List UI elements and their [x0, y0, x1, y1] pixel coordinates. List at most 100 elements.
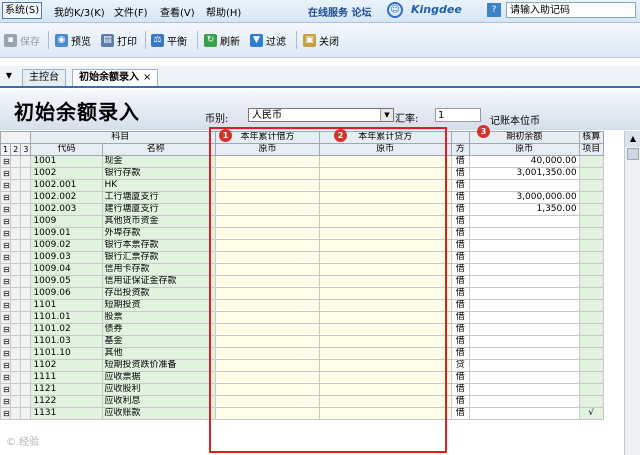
debit-cell[interactable]	[215, 335, 320, 348]
opening-amount-cell[interactable]	[468, 347, 580, 360]
opening-amount-cell[interactable]	[468, 251, 580, 264]
row-toggle[interactable]: ⊟	[0, 227, 12, 240]
table-row[interactable]: ⊟ 1101.02 债券 借	[0, 323, 605, 336]
row-toggle[interactable]: ⊟	[0, 311, 12, 324]
debit-cell[interactable]	[215, 323, 320, 336]
tab-close-icon[interactable]: ×	[143, 72, 151, 83]
table-row[interactable]: ⊟ 1002.003 建行塘厦支行 借 1,350.00	[0, 203, 605, 216]
table-row[interactable]: ⊟ 1121 应收股利 借	[0, 383, 605, 396]
chevron-down-icon[interactable]: ▼	[3, 69, 15, 82]
table-row[interactable]: ⊟ 1009.02 银行本票存款 借	[0, 239, 605, 252]
menu-view[interactable]: 查看(V)	[160, 4, 195, 19]
debit-cell[interactable]	[215, 263, 320, 276]
table-row[interactable]: ⊟ 1009.05 信用证保证金存款 借	[0, 275, 605, 288]
debit-cell[interactable]	[215, 203, 320, 216]
balance-button[interactable]: ⚖ 平衡	[151, 33, 187, 48]
table-row[interactable]: ⊟ 1101 短期投资 借	[0, 299, 605, 312]
refresh-button[interactable]: ↻ 刷新	[204, 33, 240, 48]
credit-cell[interactable]	[318, 383, 452, 396]
credit-cell[interactable]	[318, 263, 452, 276]
row-toggle[interactable]: ⊟	[0, 263, 12, 276]
opening-amount-cell[interactable]	[468, 383, 580, 396]
debit-cell[interactable]	[215, 311, 320, 324]
debit-cell[interactable]	[215, 287, 320, 300]
opening-amount-cell[interactable]	[468, 359, 580, 372]
credit-cell[interactable]	[318, 203, 452, 216]
credit-cell[interactable]	[318, 155, 452, 168]
close-button[interactable]: ▣ 关闭	[303, 33, 339, 48]
row-toggle[interactable]: ⊟	[0, 371, 12, 384]
debit-cell[interactable]	[215, 371, 320, 384]
tab-opening-balance[interactable]: 初始余额录入 ×	[72, 69, 159, 86]
opening-amount-cell[interactable]: 3,000,000.00	[468, 191, 580, 204]
menu-my-k3[interactable]: 我的K/3(K)	[54, 4, 105, 19]
opening-amount-cell[interactable]	[468, 335, 580, 348]
debit-cell[interactable]	[215, 155, 320, 168]
table-row[interactable]: ⊟ 1009.06 存出投资款 借	[0, 287, 605, 300]
credit-cell[interactable]	[318, 191, 452, 204]
online-service-links[interactable]: 在线服务 论坛	[308, 4, 371, 19]
table-row[interactable]: ⊟ 1009.04 信用卡存款 借	[0, 263, 605, 276]
level-1-toggle[interactable]: 1	[0, 143, 12, 156]
table-row[interactable]: ⊟ 1002.002 工行塘厦支行 借 3,000,000.00	[0, 191, 605, 204]
opening-amount-cell[interactable]	[468, 239, 580, 252]
level-3-toggle[interactable]: 3	[20, 143, 32, 156]
row-toggle[interactable]: ⊟	[0, 167, 12, 180]
row-toggle[interactable]: ⊟	[0, 203, 12, 216]
opening-amount-cell[interactable]: 40,000.00	[468, 155, 580, 168]
debit-cell[interactable]	[215, 347, 320, 360]
scroll-thumb[interactable]	[627, 148, 639, 160]
vertical-scrollbar[interactable]: ▲	[624, 131, 640, 455]
table-row[interactable]: ⊟ 1009.03 银行汇票存款 借	[0, 251, 605, 264]
row-toggle[interactable]: ⊟	[0, 155, 12, 168]
credit-cell[interactable]	[318, 407, 452, 420]
opening-amount-cell[interactable]	[468, 227, 580, 240]
menu-help[interactable]: 帮助(H)	[206, 4, 241, 19]
row-toggle[interactable]: ⊟	[0, 407, 12, 420]
row-toggle[interactable]: ⊟	[0, 299, 12, 312]
menu-file[interactable]: 文件(F)	[114, 4, 148, 19]
table-row[interactable]: ⊟ 1002.001 HK 借	[0, 179, 605, 192]
row-toggle[interactable]: ⊟	[0, 179, 12, 192]
row-toggle[interactable]: ⊟	[0, 215, 12, 228]
opening-amount-cell[interactable]	[468, 395, 580, 408]
opening-amount-cell[interactable]: 1,350.00	[468, 203, 580, 216]
credit-cell[interactable]	[318, 371, 452, 384]
row-toggle[interactable]: ⊟	[0, 323, 12, 336]
debit-cell[interactable]	[215, 359, 320, 372]
opening-amount-cell[interactable]	[468, 263, 580, 276]
table-row[interactable]: ⊟ 1101.03 基金 借	[0, 335, 605, 348]
credit-cell[interactable]	[318, 167, 452, 180]
table-row[interactable]: ⊟ 1101.10 其他 借	[0, 347, 605, 360]
opening-amount-cell[interactable]	[468, 311, 580, 324]
credit-cell[interactable]	[318, 239, 452, 252]
table-row[interactable]: ⊟ 1009.01 外埠存款 借	[0, 227, 605, 240]
debit-cell[interactable]	[215, 407, 320, 420]
opening-amount-cell[interactable]	[468, 323, 580, 336]
row-toggle[interactable]: ⊟	[0, 395, 12, 408]
credit-cell[interactable]	[318, 275, 452, 288]
mnemonic-input[interactable]: 请输入助记码	[506, 2, 636, 18]
debit-cell[interactable]	[215, 239, 320, 252]
print-button[interactable]: ▤ 打印	[101, 33, 137, 48]
row-toggle[interactable]: ⊟	[0, 359, 12, 372]
debit-cell[interactable]	[215, 299, 320, 312]
table-row[interactable]: ⊟ 1102 短期投资跌价准备 贷	[0, 359, 605, 372]
debit-cell[interactable]	[215, 275, 320, 288]
debit-cell[interactable]	[215, 383, 320, 396]
credit-cell[interactable]	[318, 251, 452, 264]
row-toggle[interactable]: ⊟	[0, 335, 12, 348]
row-toggle[interactable]: ⊟	[0, 347, 12, 360]
opening-amount-cell[interactable]	[468, 371, 580, 384]
chevron-down-icon[interactable]: ▼	[380, 109, 393, 121]
debit-cell[interactable]	[215, 215, 320, 228]
credit-cell[interactable]	[318, 299, 452, 312]
credit-cell[interactable]	[318, 323, 452, 336]
table-row[interactable]: ⊟ 1009 其他货币资金 借	[0, 215, 605, 228]
scroll-up-icon[interactable]: ▲	[625, 131, 640, 147]
debit-cell[interactable]	[215, 167, 320, 180]
credit-cell[interactable]	[318, 287, 452, 300]
opening-amount-cell[interactable]	[468, 299, 580, 312]
debit-cell[interactable]	[215, 191, 320, 204]
credit-cell[interactable]	[318, 215, 452, 228]
